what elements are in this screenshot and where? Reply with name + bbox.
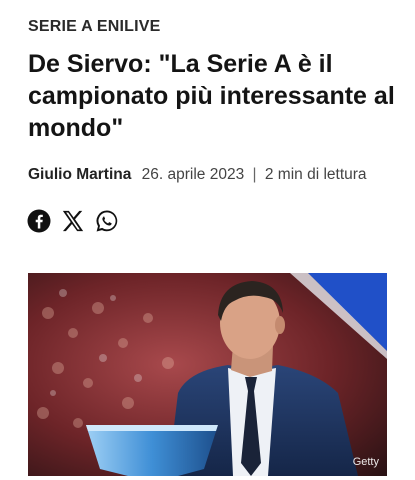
whatsapp-icon[interactable] [95,209,119,233]
article-photo: Getty [28,273,387,476]
article-headline: De Siervo: "La Serie A è il campionato p… [28,50,395,142]
category-label[interactable]: SERIE A ENILIVE [28,18,161,36]
photo-credit: Getty [352,456,379,468]
byline: Giulio Martina 26. aprile 2023 | 2 min d… [28,166,367,184]
facebook-icon[interactable] [27,209,51,233]
reading-time: 2 min di lettura [264,166,367,183]
x-icon[interactable] [61,209,85,233]
author-name[interactable]: Giulio Martina [28,166,131,183]
photo-illustration [28,273,387,476]
byline-separator: | [252,166,257,183]
publish-date: 26. aprile 2023 [141,166,245,183]
share-bar [27,209,119,233]
